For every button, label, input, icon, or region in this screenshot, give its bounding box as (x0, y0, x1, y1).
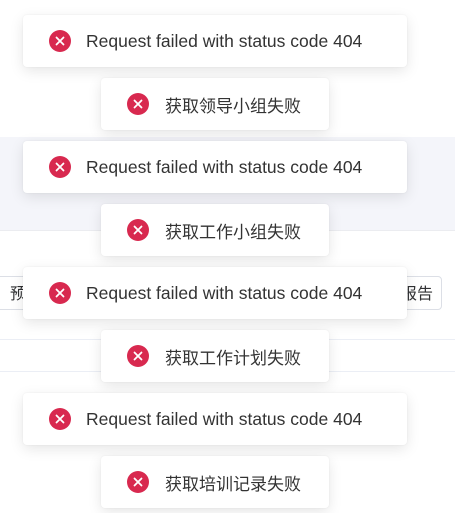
error-toast: Request failed with status code 404 (23, 141, 407, 193)
error-toast: 获取领导小组失败 (101, 78, 329, 130)
error-icon (127, 219, 149, 241)
error-icon (49, 30, 71, 52)
toast-message: 获取工作计划失败 (165, 348, 301, 369)
error-toast: 获取工作计划失败 (101, 330, 329, 382)
toast-message: Request failed with status code 404 (86, 30, 363, 51)
error-toast: Request failed with status code 404 (23, 393, 407, 445)
toast-message: Request failed with status code 404 (86, 408, 363, 429)
error-toast: Request failed with status code 404 (23, 267, 407, 319)
error-icon (49, 282, 71, 304)
error-icon (127, 93, 149, 115)
error-toast: 获取培训记录失败 (101, 456, 329, 508)
toast-message: Request failed with status code 404 (86, 282, 363, 303)
toast-message: 获取领导小组失败 (165, 96, 301, 117)
toast-message: Request failed with status code 404 (86, 156, 363, 177)
toast-message: 获取培训记录失败 (165, 474, 301, 495)
error-icon (127, 345, 149, 367)
error-icon (49, 408, 71, 430)
error-toast: Request failed with status code 404 (23, 15, 407, 67)
error-icon (49, 156, 71, 178)
error-icon (127, 471, 149, 493)
toast-message: 获取工作小组失败 (165, 222, 301, 243)
error-toast: 获取工作小组失败 (101, 204, 329, 256)
